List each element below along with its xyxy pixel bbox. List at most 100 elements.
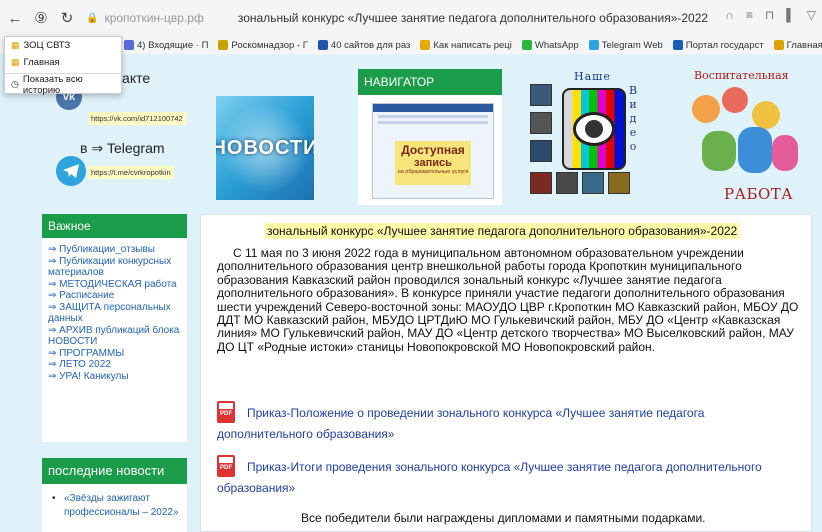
vk-link[interactable]: https://vk.com/id712100742 bbox=[88, 112, 186, 125]
lock-icon: 🔒 bbox=[86, 12, 99, 24]
sidebar-link[interactable]: ⇒ Публикации_отзывы bbox=[48, 244, 181, 256]
bookmark-item[interactable]: Главная bbox=[773, 39, 822, 51]
bookmarks-bar: 4) Входящие · П Роскомнадзор - Г 40 сайтов… bbox=[0, 36, 822, 54]
page-title: зональный конкурс «Лучшее занятие педаго… bbox=[237, 11, 709, 25]
educ-title-bottom: РАБОТА bbox=[724, 185, 794, 203]
clock-icon: ◷ bbox=[11, 79, 19, 89]
bookmark-item[interactable]: WhatsApp bbox=[521, 39, 579, 51]
video-camera-icon bbox=[562, 88, 626, 170]
bookmark-item[interactable]: Роскомнадзор - Г bbox=[218, 40, 308, 51]
telegram-label: в ⇒ Telegram bbox=[80, 140, 165, 156]
sidebar-link[interactable]: ⇒ ЛЕТО 2022 bbox=[48, 359, 181, 371]
sidebar-link[interactable]: ⇒ МЕТОДИЧЕСКАЯ работа bbox=[48, 279, 181, 291]
document-link-results[interactable]: PDF Приказ-Итоги проведения зонального ко… bbox=[217, 455, 777, 498]
bookmark-favicon-icon bbox=[521, 40, 532, 50]
dropdown-item-zots[interactable]: ▦ ЗОЦ СВТЗ bbox=[5, 37, 121, 54]
bookmark-item[interactable]: Как написать реці bbox=[420, 39, 512, 51]
navigator-cta: Доступная запись на образовательные услу… bbox=[395, 141, 471, 185]
cta-line-1: Доступная bbox=[401, 143, 465, 157]
child-illustration bbox=[702, 131, 736, 171]
bookmark-item[interactable]: Портал государст bbox=[672, 39, 764, 51]
bookmark-label: Портал государст bbox=[685, 39, 764, 51]
main-article: зональный конкурс «Лучшее занятие педаго… bbox=[200, 214, 812, 532]
bookmark-item[interactable]: Telegram Web bbox=[588, 39, 663, 51]
news-banner-text: НОВОСТИ bbox=[216, 136, 314, 159]
yandex-icon[interactable]: ⑨ bbox=[30, 7, 52, 29]
document-link-regulation[interactable]: PDF Приказ-Положение о проведении зональн… bbox=[217, 401, 777, 444]
dropdown-item-label: ЗОЦ СВТЗ bbox=[23, 40, 71, 51]
sidebar-news-list: «Звёзды зажигают профессионалы – 2022» bbox=[42, 484, 187, 520]
sidebar-news-title: последние новости bbox=[42, 458, 187, 484]
sidebar-link[interactable]: ⇒ Расписание bbox=[48, 290, 181, 302]
bookmark-favicon-icon bbox=[672, 40, 683, 50]
bookmark-label: 4) Входящие · П bbox=[137, 39, 209, 51]
sidebar-link[interactable]: ⇒ Публикации конкурсных материалов bbox=[48, 256, 181, 279]
child-illustration bbox=[692, 95, 720, 123]
video-vertical-text: В и д е о bbox=[628, 84, 638, 153]
bookmark-favicon-icon bbox=[124, 40, 134, 50]
article-closing: Все победители были награждены дипломами… bbox=[301, 511, 706, 525]
child-illustration bbox=[738, 127, 772, 173]
bookmark-item[interactable]: 40 сайтов для раз bbox=[317, 39, 411, 51]
reload-icon[interactable]: ↻ bbox=[56, 7, 78, 29]
dropdown-item-main[interactable]: ▦ Главная bbox=[5, 54, 121, 71]
browser-actions: ∩ ≡ ⊓ ▌ ▽ bbox=[725, 8, 816, 22]
telegram-link[interactable]: https://t.me/cvrkropotkin bbox=[88, 166, 174, 179]
bookmark-item[interactable]: 4) Входящие · П bbox=[124, 40, 208, 51]
page-body: контакте vk https://vk.com/id712100742 в… bbox=[0, 54, 822, 532]
child-illustration bbox=[752, 101, 780, 129]
video-thumb bbox=[608, 172, 630, 194]
sidebar-latest-news: последние новости «Звёзды зажигают профе… bbox=[42, 458, 187, 532]
article-body: С 11 мая по 3 июня 2022 года в муниципал… bbox=[217, 246, 799, 354]
bookmark-label: 40 сайтов для раз bbox=[330, 39, 411, 51]
reader-icon[interactable]: ≡ bbox=[746, 8, 753, 22]
news-link[interactable]: «Звёзды зажигают профессионалы – 2022» bbox=[52, 492, 181, 520]
sidebar-important: Важное ⇒ Публикации_отзывы ⇒ Публикации к… bbox=[42, 214, 187, 442]
document-link-text[interactable]: Приказ-Итоги проведения зонального конку… bbox=[217, 460, 762, 495]
address-bar[interactable]: 🔒 кропоткин-цвр.рф bbox=[86, 11, 204, 25]
video-thumb bbox=[530, 84, 552, 106]
url-text[interactable]: кропоткин-цвр.рф bbox=[104, 11, 203, 25]
history-dropdown: ▦ ЗОЦ СВТЗ ▦ Главная ◷ Показать всю исто… bbox=[4, 36, 122, 96]
video-banner[interactable]: Наше В и д е о bbox=[528, 70, 658, 200]
sidebar-link[interactable]: ⇒ УРА! Каникулы bbox=[48, 371, 181, 383]
bookmark-label: Роскомнадзор - Г bbox=[231, 39, 308, 51]
headphones-icon[interactable]: ∩ bbox=[725, 8, 734, 22]
bookmark-favicon-icon bbox=[317, 40, 328, 50]
bookmark-label: Как написать реці bbox=[433, 39, 512, 51]
child-illustration bbox=[772, 135, 798, 171]
sidebar-important-list: ⇒ Публикации_отзывы ⇒ Публикации конкурсн… bbox=[42, 238, 187, 388]
lock-status-icon[interactable]: ⊓ bbox=[765, 8, 774, 22]
folder-icon: ▦ bbox=[11, 57, 20, 67]
bookmark-label: Telegram Web bbox=[601, 39, 663, 51]
educ-title-top: Воспитательная bbox=[694, 69, 789, 82]
telegram-icon[interactable] bbox=[56, 156, 86, 186]
cta-line-2: запись bbox=[414, 157, 452, 169]
bookmark-favicon-icon bbox=[218, 40, 229, 50]
article-title: зональный конкурс «Лучшее занятие педаго… bbox=[265, 223, 740, 239]
navigator-banner[interactable]: НАВИГАТОР Доступная запись на образовате… bbox=[358, 69, 502, 205]
news-banner[interactable]: НОВОСТИ bbox=[216, 96, 314, 200]
bookmark-label: WhatsApp bbox=[534, 39, 579, 51]
educational-work-banner[interactable]: Воспитательная РАБОТА bbox=[682, 69, 802, 203]
navigator-title: НАВИГАТОР bbox=[358, 69, 502, 95]
video-thumb bbox=[556, 172, 578, 194]
sidebar-link[interactable]: ⇒ АРХИВ публикаций блока НОВОСТИ bbox=[48, 325, 181, 348]
folder-icon: ▦ bbox=[11, 40, 20, 50]
navigator-site-preview: Доступная запись на образовательные услу… bbox=[372, 103, 494, 199]
video-thumb bbox=[530, 140, 552, 162]
sidebar-link[interactable]: ⇒ ЗАЩИТА персональных данных bbox=[48, 302, 181, 325]
sidebar-link[interactable]: ⇒ ПРОГРАММЫ bbox=[48, 348, 181, 360]
bookmark-favicon-icon bbox=[588, 40, 599, 50]
document-link-text[interactable]: Приказ-Положение о проведении зонального… bbox=[217, 406, 704, 441]
dropdown-item-label: Показать всю историю bbox=[22, 73, 83, 96]
child-illustration bbox=[722, 87, 748, 113]
browser-toolbar: ← ⑨ ↻ 🔒 кропоткин-цвр.рф зональный конку… bbox=[0, 0, 822, 36]
bookmark-label: Главная bbox=[786, 39, 822, 51]
download-icon[interactable]: ▽ bbox=[807, 8, 816, 22]
bookmark-icon[interactable]: ▌ bbox=[786, 8, 795, 22]
show-history-item[interactable]: ◷ Показать всю историю bbox=[5, 73, 121, 96]
bookmark-favicon-icon bbox=[420, 40, 431, 50]
back-arrow-icon[interactable]: ← bbox=[4, 7, 26, 29]
pdf-icon: PDF bbox=[217, 401, 235, 423]
